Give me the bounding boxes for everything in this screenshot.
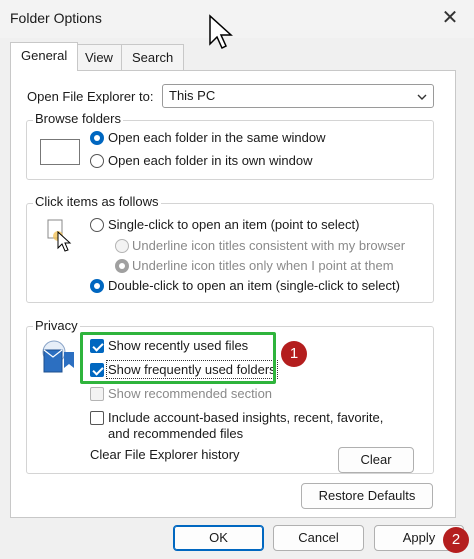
checkbox-insights[interactable]	[90, 411, 104, 425]
radio-single-click[interactable]	[90, 218, 104, 232]
radio-underline-point[interactable]	[115, 259, 129, 273]
pointer-click-icon	[47, 219, 72, 252]
restore-defaults-button[interactable]: Restore Defaults	[301, 483, 433, 509]
highlight-box	[80, 332, 276, 384]
clear-button[interactable]: Clear	[338, 447, 414, 473]
single-click-label: Single-click to open an item (point to s…	[108, 217, 360, 232]
radio-double-click[interactable]	[90, 279, 104, 293]
close-icon[interactable]: ✕	[438, 6, 462, 30]
tab-search[interactable]: Search	[121, 44, 185, 70]
radio-same-window[interactable]	[90, 131, 104, 145]
open-to-value: This PC	[169, 88, 216, 103]
privacy-legend: Privacy	[33, 318, 80, 333]
browse-folders-icon	[40, 139, 80, 165]
clear-history-label: Clear File Explorer history	[90, 447, 240, 462]
annotation-badge-2: 2	[443, 527, 469, 553]
own-window-label: Open each folder in its own window	[108, 153, 313, 168]
same-window-label: Open each folder in the same window	[108, 130, 326, 145]
underline-point-label: Underline icon titles only when I point …	[132, 258, 394, 273]
privacy-icon	[42, 340, 74, 373]
double-click-label: Double-click to open an item (single-cli…	[108, 278, 400, 293]
radio-underline-browser[interactable]	[115, 239, 129, 253]
browse-folders-legend: Browse folders	[33, 111, 123, 126]
click-items-legend: Click items as follows	[33, 194, 161, 209]
tab-general[interactable]: General	[10, 42, 79, 71]
tab-view[interactable]: View	[74, 44, 124, 70]
open-to-label: Open File Explorer to:	[27, 89, 154, 104]
open-to-dropdown[interactable]: This PC	[162, 84, 434, 108]
cancel-button[interactable]: Cancel	[273, 525, 364, 551]
chevron-down-icon	[417, 94, 427, 100]
window-title: Folder Options	[10, 10, 102, 26]
browse-folders-group	[26, 120, 434, 180]
checkbox-recommended[interactable]	[90, 387, 104, 401]
ok-button[interactable]: OK	[173, 525, 264, 551]
annotation-badge-1: 1	[281, 341, 307, 367]
underline-browser-label: Underline icon titles consistent with my…	[132, 238, 406, 253]
insights-label: Include account-based insights, recent, …	[108, 410, 384, 441]
mouse-cursor-icon	[209, 14, 233, 50]
recommended-label: Show recommended section	[108, 386, 273, 401]
radio-own-window[interactable]	[90, 154, 104, 168]
